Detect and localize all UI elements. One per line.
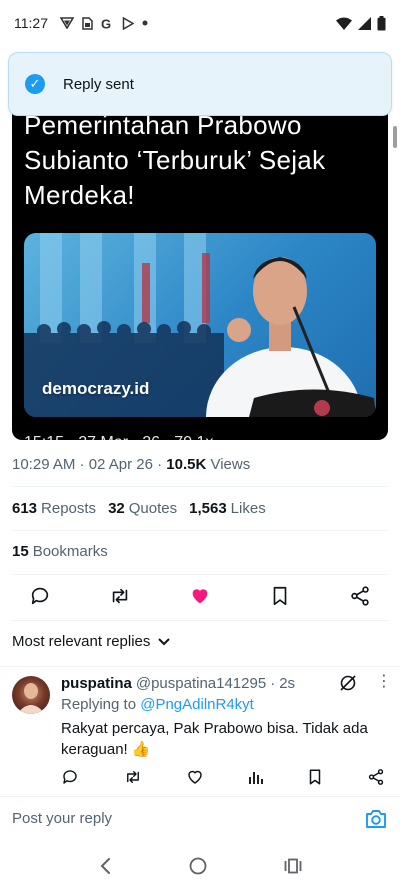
more-options-icon[interactable]: ⋮: [376, 674, 392, 690]
likes-count: 1,563: [189, 500, 227, 517]
post-timestamp: 10:29 AM · 02 Apr 26 · 10.5K Views: [12, 456, 250, 473]
avatar-photo: [17, 683, 45, 714]
divider: [12, 574, 388, 575]
dot-icon: [142, 20, 148, 26]
bookmark-icon: [273, 586, 287, 606]
recents-icon[interactable]: [284, 858, 302, 874]
camera-icon[interactable]: [364, 807, 388, 831]
reply-button[interactable]: [28, 584, 52, 608]
reply-text: Rakyat percaya, Pak Prabowo bisa. Tidak …: [61, 720, 368, 758]
check-circle-icon: ✓: [25, 74, 45, 94]
replying-to-handle[interactable]: @PngAdilnR4kyt: [140, 696, 254, 713]
share-button[interactable]: [348, 584, 372, 608]
views-label: Views: [206, 456, 251, 473]
reply-time: 2s: [279, 675, 296, 692]
reply-sent-toast[interactable]: ✓ Reply sent: [8, 52, 392, 116]
reply-icon: [31, 587, 49, 605]
wifi-icon: [336, 17, 352, 30]
play-store-icon: [122, 16, 134, 30]
vpn-icon: [60, 17, 74, 29]
like-icon: [192, 589, 208, 604]
repost-icon: [112, 588, 128, 604]
share-icon: [351, 586, 369, 606]
reply-composer: Post your reply: [0, 796, 400, 840]
avatar[interactable]: [12, 676, 50, 714]
bookmarks-stat[interactable]: 15 Bookmarks: [12, 543, 108, 560]
notification-icons: G: [60, 16, 148, 30]
google-icon: G: [101, 17, 111, 30]
reply-icon[interactable]: [61, 768, 79, 786]
replies-sort-label: Most relevant replies: [12, 633, 151, 650]
back-icon[interactable]: [98, 857, 112, 875]
android-nav-bar: [0, 842, 400, 889]
like-icon[interactable]: [186, 768, 204, 786]
media-headline: Pemerintahan Prabowo Subianto ‘Terburuk’…: [24, 110, 326, 210]
reposts-label: Reposts: [41, 500, 97, 517]
replying-prefix: Replying to: [61, 696, 141, 713]
signal-icon: [358, 16, 371, 30]
system-status: [336, 15, 386, 31]
divider: [12, 620, 388, 621]
status-time: 11:27: [14, 15, 48, 31]
quotes-label: Quotes: [128, 500, 178, 517]
reply-separator: ·: [270, 675, 276, 692]
post-stats: 613 Reposts 32 Quotes 1,563 Likes: [12, 500, 266, 517]
chevron-down-icon: [158, 637, 171, 645]
reposts-count: 613: [12, 500, 38, 517]
post-time: 10:29 AM · 02 Apr 26 ·: [12, 456, 167, 473]
scrollbar-thumb[interactable]: [393, 126, 397, 148]
divider: [12, 486, 388, 487]
reply-input[interactable]: Post your reply: [12, 810, 364, 827]
repost-icon[interactable]: [123, 768, 143, 786]
replies-sort-dropdown[interactable]: Most relevant replies: [12, 633, 171, 650]
toast-message: Reply sent: [63, 75, 134, 93]
bookmarks-count: 15: [12, 543, 29, 560]
sim-icon: [82, 16, 93, 30]
home-icon[interactable]: [189, 857, 207, 875]
replying-to: Replying to @PngAdilnR4kyt: [61, 696, 254, 713]
reply-author-handle[interactable]: @puspatina141295: [136, 675, 266, 692]
post-media-card[interactable]: Pemerintahan Prabowo Subianto ‘Terburuk’…: [12, 96, 388, 440]
battery-icon: [377, 15, 386, 30]
views-count: 10.5K: [166, 456, 207, 473]
divider: [12, 530, 388, 531]
svg-text:G: G: [101, 17, 111, 30]
reply-author-name[interactable]: puspatina: [61, 675, 132, 692]
views-icon[interactable]: [248, 769, 264, 785]
status-bar: 11:27 G: [0, 0, 400, 46]
like-button[interactable]: [188, 584, 212, 608]
likes-label: Likes: [230, 500, 266, 517]
grok-icon[interactable]: [339, 674, 357, 692]
reposts-stat[interactable]: 613 Reposts: [12, 500, 96, 517]
bookmark-button[interactable]: [268, 584, 292, 608]
media-photo[interactable]: democrazy.id: [24, 233, 376, 417]
quotes-count: 32: [108, 500, 125, 517]
reply-action-bar: [61, 768, 385, 786]
post-action-bar: [12, 584, 388, 608]
likes-stat[interactable]: 1,563 Likes: [189, 500, 266, 517]
bookmarks-label: Bookmarks: [32, 543, 108, 560]
share-icon[interactable]: [367, 768, 385, 786]
media-cut-text: 15:15 · 27 Mar · 26 · 79.1x: [24, 429, 304, 440]
reply-item[interactable]: puspatina @puspatina141295 · 2s ⋮ Replyi…: [0, 666, 400, 790]
bookmark-icon[interactable]: [307, 768, 323, 786]
quotes-stat[interactable]: 32 Quotes: [108, 500, 177, 517]
reply-header: puspatina @puspatina141295 · 2s: [61, 675, 295, 692]
media-watermark: democrazy.id: [42, 379, 150, 398]
repost-button[interactable]: [108, 584, 132, 608]
